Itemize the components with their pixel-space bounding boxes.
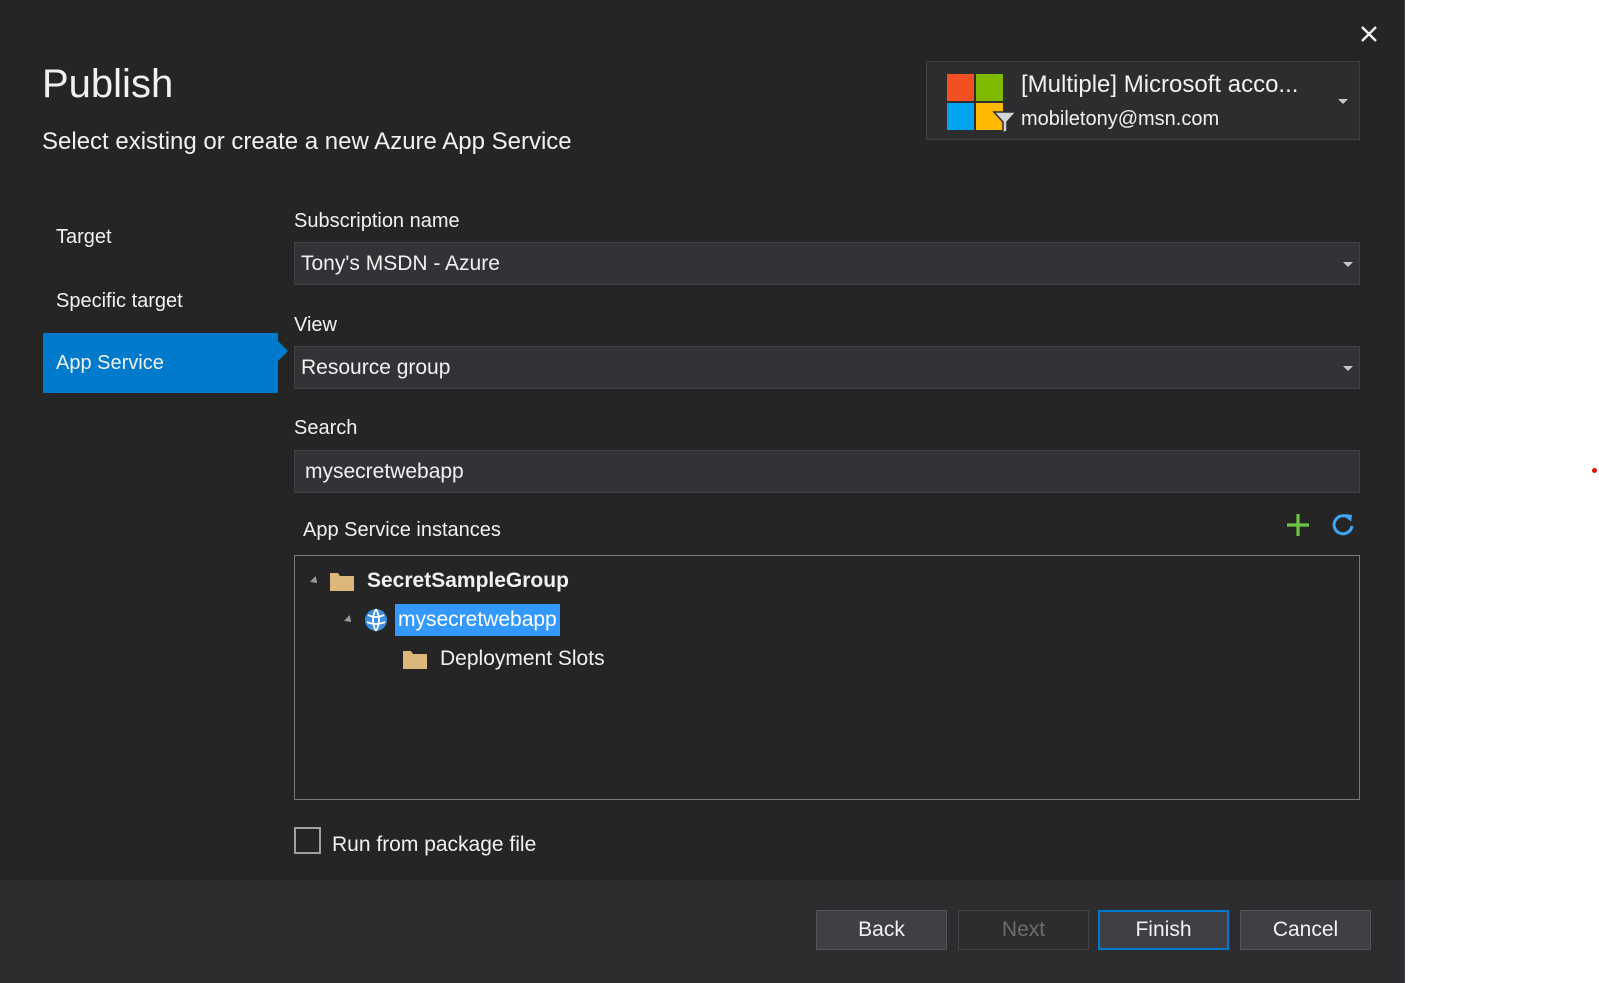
active-nav-pointer [278,341,288,361]
chevron-down-icon [1338,99,1348,104]
close-button[interactable] [1355,20,1383,48]
refresh-icon [1332,514,1354,536]
subscription-value: Tony's MSDN - Azure [301,252,500,275]
search-label: Search [294,417,358,439]
back-button[interactable]: Back [816,910,947,950]
dialog-title: Publish [42,62,174,106]
plus-icon [1287,514,1309,536]
nav-item-app-service[interactable]: App Service [43,333,278,393]
dialog-footer: Back Next Finish Cancel [0,880,1404,983]
chevron-down-icon [1343,366,1353,371]
run-from-package-checkbox[interactable] [294,827,321,854]
folder-icon [330,573,354,591]
nav-item-specific-target[interactable]: Specific target [43,271,278,331]
subscription-dropdown[interactable]: Tony's MSDN - Azure [294,242,1360,285]
app-service-tree[interactable]: SecretSampleGroup mysecretwebapp Deploym… [294,555,1360,800]
account-name: [Multiple] Microsoft acco... [1021,71,1299,98]
view-label: View [294,314,337,336]
publish-dialog: Publish Select existing or create a new … [0,0,1405,983]
nav-item-target[interactable]: Target [43,207,278,267]
tree-item-label: SecretSampleGroup [367,569,569,592]
folder-icon [403,651,427,669]
view-dropdown[interactable]: Resource group [294,346,1360,389]
tree-item-deployment-slots[interactable]: Deployment Slots [402,642,605,676]
web-app-globe-icon [365,608,387,632]
run-from-package-label[interactable]: Run from package file [332,833,536,857]
search-input[interactable]: mysecretwebapp [294,450,1360,493]
add-instance-button[interactable] [1283,510,1313,540]
refresh-button[interactable] [1328,510,1358,540]
chevron-down-icon [1343,262,1353,267]
account-selector[interactable]: [Multiple] Microsoft acco... mobiletony@… [926,61,1360,140]
account-email: mobiletony@msn.com [1021,108,1220,130]
subscription-label: Subscription name [294,210,460,232]
tree-item-label-selected: mysecretwebapp [395,604,560,636]
filter-icon [992,111,1018,135]
finish-button[interactable]: Finish [1098,910,1229,950]
next-button[interactable]: Next [958,910,1089,950]
dialog-subtitle: Select existing or create a new Azure Ap… [42,128,572,155]
collapse-arrow-icon[interactable] [344,615,354,625]
view-value: Resource group [301,356,451,379]
tree-item-resource-group[interactable]: SecretSampleGroup [310,564,569,598]
red-marker-dot [1592,468,1597,473]
tree-item-label: Deployment Slots [440,647,605,670]
tree-item-web-app[interactable]: mysecretwebapp [344,603,560,637]
cancel-button[interactable]: Cancel [1240,910,1371,950]
close-icon [1361,26,1377,42]
microsoft-logo-icon [947,74,1018,135]
instances-label: App Service instances [303,519,501,541]
collapse-arrow-icon[interactable] [310,576,320,586]
